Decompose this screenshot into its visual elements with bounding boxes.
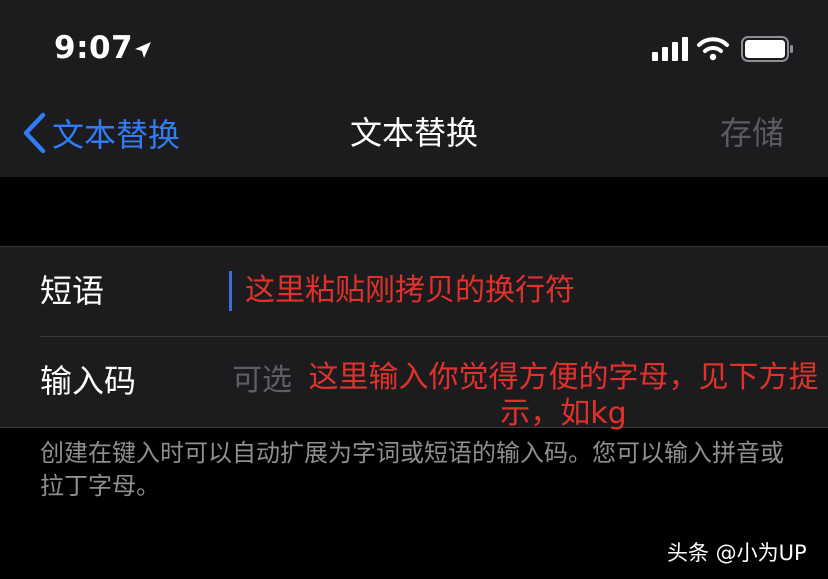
cellular-signal-icon [652,37,688,61]
shortcut-input[interactable]: 可选 [232,359,312,403]
phrase-annotation: 这里粘贴刚拷贝的换行符 [245,273,575,308]
battery-icon [741,36,793,62]
shortcut-annotation: 这里输入你觉得方便的字母，见下方提示，如kg [308,360,819,431]
navigation-bar: 文本替换 文本替换 存储 [0,95,828,177]
text-cursor [229,271,232,311]
shortcut-placeholder: 可选 [232,363,292,398]
status-bar: 9:07 [0,0,828,95]
watermark: 头条 @小为UP [667,541,807,565]
location-arrow-icon [135,42,151,58]
wifi-icon [697,37,729,61]
save-button[interactable]: 存储 [720,111,784,155]
phrase-input[interactable]: 这里粘贴刚拷贝的换行符 [229,269,799,313]
status-time: 9:07 [54,30,134,66]
page-title: 文本替换 [349,114,478,152]
shortcut-label: 输入码 [40,362,137,400]
phrase-row: 短语 这里粘贴刚拷贝的换行符 [0,247,828,337]
footer-note: 创建在键入时可以自动扩展为字词或短语的输入码。您可以输入拼音或拉丁字母。 [40,439,784,500]
phrase-label: 短语 [40,272,105,310]
